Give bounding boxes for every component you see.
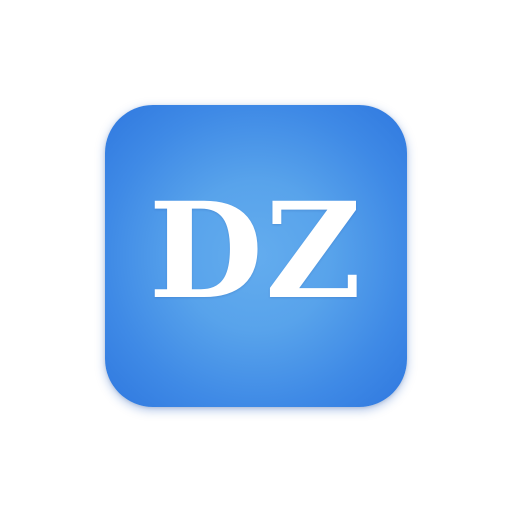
icon-canvas: DZ <box>0 0 512 512</box>
app-icon-monogram: DZ <box>148 174 364 329</box>
app-icon[interactable]: DZ <box>105 105 407 407</box>
